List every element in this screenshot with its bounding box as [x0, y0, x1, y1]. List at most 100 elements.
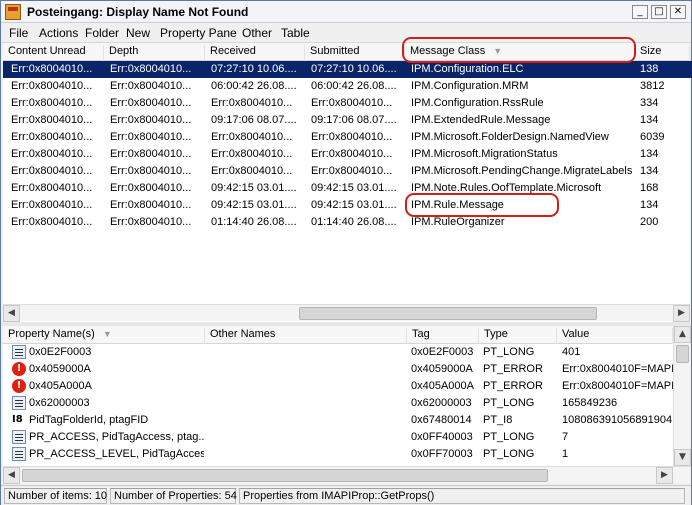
table-row[interactable]: Err:0x8004010... Err:0x8004010... Err:0x… [3, 146, 692, 163]
scroll-left-icon[interactable]: ◀ [3, 305, 20, 322]
cell-submitted: 07:27:10 10.06.... [311, 63, 397, 75]
column-depth[interactable]: Depth [104, 45, 205, 61]
cell-content-unread: Err:0x8004010... [11, 114, 93, 126]
cell-submitted: Err:0x8004010... [311, 148, 393, 160]
cell-tag: 0x0FF40003 [411, 431, 473, 443]
table-row[interactable]: PR_ACCESS, PidTagAccess, ptag... 0x0FF40… [3, 429, 673, 446]
column-property-names[interactable]: Property Name(s) ▼ [3, 328, 205, 344]
cell-content-unread: Err:0x8004010... [11, 97, 93, 109]
scroll-down-icon[interactable]: ▼ [674, 449, 691, 466]
contents-horizontal-scrollbar[interactable]: ◀ ▶ [3, 304, 690, 322]
cell-value: 108086391056891904 [562, 414, 673, 426]
cell-submitted: Err:0x8004010... [311, 97, 393, 109]
table-row[interactable]: 0x0E2F0003 0x0E2F0003 PT_LONG 401 [3, 344, 673, 361]
menu-table[interactable]: Table [281, 26, 310, 40]
i8-icon: I8 [12, 414, 23, 425]
cell-content-unread: Err:0x8004010... [11, 131, 93, 143]
cell-size: 200 [640, 216, 659, 228]
table-row[interactable]: Err:0x8004010... Err:0x8004010... 07:27:… [3, 61, 692, 78]
column-value[interactable]: Value [557, 328, 673, 344]
property-horizontal-scrollbar[interactable]: ◀ ▶ [3, 466, 690, 484]
column-content-unread[interactable]: Content Unread [3, 45, 104, 61]
scroll-up-icon[interactable]: ▲ [674, 326, 691, 343]
table-row[interactable]: 0x62000003 0x62000003 PT_LONG 165849236 [3, 395, 673, 412]
cell-message-class: IPM.ExtendedRule.Message [411, 114, 551, 126]
cell-size: 334 [640, 97, 659, 109]
cell-message-class: IPM.Configuration.RssRule [411, 97, 544, 109]
cell-submitted: Err:0x8004010... [311, 165, 393, 177]
cell-received: Err:0x8004010... [211, 165, 293, 177]
cell-depth: Err:0x8004010... [110, 80, 192, 92]
column-type[interactable]: Type [479, 328, 557, 344]
scroll-thumb[interactable] [299, 307, 597, 320]
cell-received: 09:42:15 03.01.... [211, 182, 297, 194]
status-item-count: Number of items: 10 [4, 488, 107, 504]
error-icon: ! [12, 362, 26, 376]
table-row[interactable]: Err:0x8004010... Err:0x8004010... 06:00:… [3, 78, 692, 95]
cell-value: 7 [562, 431, 569, 443]
cell-submitted: 09:42:15 03.01.... [311, 199, 397, 211]
cell-content-unread: Err:0x8004010... [11, 165, 93, 177]
cell-size: 138 [640, 63, 659, 75]
maximize-button[interactable]: □ [651, 5, 667, 19]
cell-size: 134 [640, 165, 659, 177]
cell-size: 134 [640, 114, 659, 126]
scroll-thumb[interactable] [22, 469, 548, 482]
contents-table: Content Unread Depth Received Submitted … [3, 43, 692, 322]
app-icon [5, 4, 21, 20]
menu-new[interactable]: New [126, 26, 150, 40]
cell-property-name: PR_ACCESS_LEVEL, PidTagAccess... [29, 448, 204, 460]
close-button[interactable]: ✕ [670, 5, 686, 19]
app-window: Posteingang: Display Name Not Found _ □ … [0, 0, 692, 505]
property-table: Property Name(s) ▼ Other Names Tag Type … [3, 326, 691, 484]
table-row[interactable]: ! 0x405A000A 0x405A000A PT_ERROR Err:0x8… [3, 378, 673, 395]
minimize-button[interactable]: _ [632, 5, 648, 19]
table-row[interactable]: Err:0x8004010... Err:0x8004010... Err:0x… [3, 95, 692, 112]
cell-received: Err:0x8004010... [211, 131, 293, 143]
menu-file[interactable]: File [9, 26, 28, 40]
cell-received: 06:00:42 26.08.... [211, 80, 297, 92]
column-other-names[interactable]: Other Names [205, 328, 407, 344]
multi-value-icon [12, 430, 26, 444]
column-received[interactable]: Received [205, 45, 305, 61]
table-row[interactable]: Err:0x8004010... Err:0x8004010... Err:0x… [3, 163, 692, 180]
scroll-left-icon[interactable]: ◀ [3, 467, 20, 484]
cell-property-name: PidTagFolderId, ptagFID [29, 414, 149, 426]
table-row[interactable]: Err:0x8004010... Err:0x8004010... 01:14:… [3, 214, 692, 231]
menu-folder[interactable]: Folder [85, 26, 119, 40]
table-row[interactable]: Err:0x8004010... Err:0x8004010... 09:42:… [3, 180, 692, 197]
menu-actions[interactable]: Actions [39, 26, 78, 40]
table-row[interactable]: Err:0x8004010... Err:0x8004010... 09:17:… [3, 112, 692, 129]
cell-type: PT_I8 [483, 414, 513, 426]
table-row[interactable]: I8 PidTagFolderId, ptagFID 0x67480014 PT… [3, 412, 673, 429]
cell-content-unread: Err:0x8004010... [11, 182, 93, 194]
scroll-right-icon[interactable]: ▶ [656, 467, 673, 484]
cell-property-name: 0x0E2F0003 [29, 346, 92, 358]
cell-message-class: IPM.Configuration.ELC [411, 63, 524, 75]
cell-tag: 0x67480014 [411, 414, 472, 426]
property-vertical-scrollbar[interactable]: ▲ ▼ [673, 326, 691, 466]
cell-tag: 0x405A000A [411, 380, 474, 392]
cell-type: PT_ERROR [483, 380, 543, 392]
window-title: Posteingang: Display Name Not Found [27, 5, 249, 19]
column-size[interactable]: Size [635, 45, 690, 61]
column-tag[interactable]: Tag [407, 328, 479, 344]
property-table-header: Property Name(s) ▼ Other Names Tag Type … [3, 326, 673, 344]
cell-message-class: IPM.Microsoft.FolderDesign.NamedView [411, 131, 609, 143]
cell-depth: Err:0x8004010... [110, 148, 192, 160]
cell-message-class: IPM.Rule.Message [411, 199, 504, 211]
cell-depth: Err:0x8004010... [110, 114, 192, 126]
scroll-right-icon[interactable]: ▶ [673, 305, 690, 322]
table-row[interactable]: Err:0x8004010... Err:0x8004010... Err:0x… [3, 129, 692, 146]
column-submitted[interactable]: Submitted [305, 45, 405, 61]
menu-other[interactable]: Other [242, 26, 272, 40]
menu-property-pane[interactable]: Property Pane [160, 26, 237, 40]
table-row[interactable]: Err:0x8004010... Err:0x8004010... 09:42:… [3, 197, 692, 214]
cell-content-unread: Err:0x8004010... [11, 63, 93, 75]
status-bar: Number of items: 10 Number of Properties… [1, 485, 691, 505]
column-message-class[interactable]: Message Class ▼ [405, 45, 635, 61]
scroll-thumb[interactable] [676, 345, 689, 363]
table-row[interactable]: PR_ACCESS_LEVEL, PidTagAccess... 0x0FF70… [3, 446, 673, 463]
table-row[interactable]: ! 0x4059000A 0x4059000A PT_ERROR Err:0x8… [3, 361, 673, 378]
cell-property-name: 0x405A000A [29, 380, 92, 392]
